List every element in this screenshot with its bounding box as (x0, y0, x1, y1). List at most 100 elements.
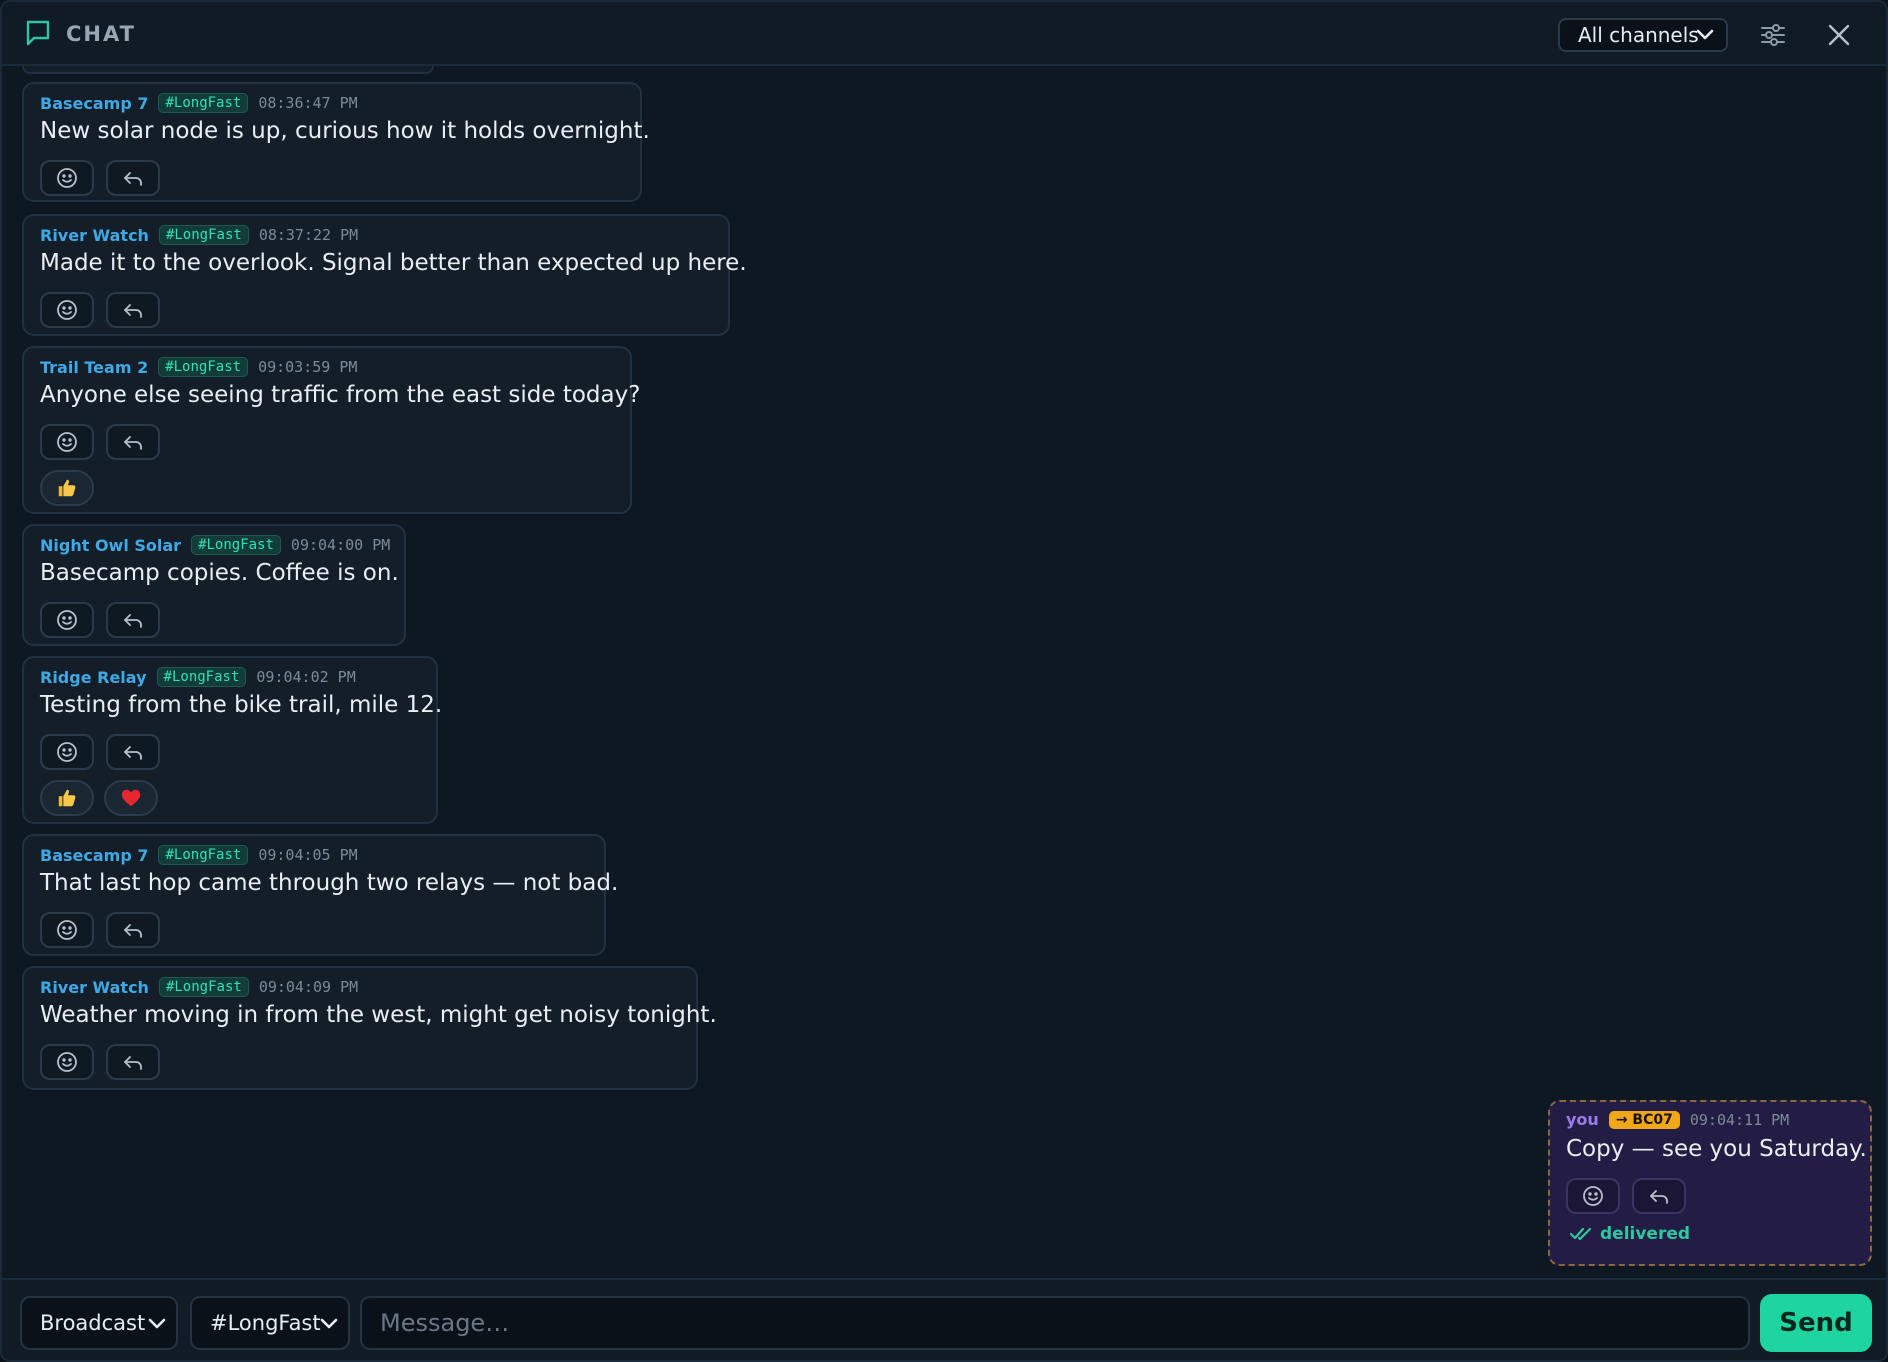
react-button[interactable] (40, 160, 94, 196)
message-card: River Watch #LongFast 08:37:22 PM Made i… (22, 214, 747, 336)
message-time: 09:04:00 PM (290, 536, 391, 554)
destination-badge[interactable]: → BC07 (1608, 1110, 1680, 1129)
message-sender[interactable]: River Watch (40, 226, 149, 245)
reaction-thumbs-up[interactable] (40, 470, 94, 506)
smiley-icon (57, 300, 77, 320)
reply-icon (1650, 1190, 1668, 1204)
message-text: New solar node is up, curious how it hol… (40, 118, 650, 144)
react-button[interactable] (40, 602, 94, 638)
reply-icon (124, 172, 142, 186)
message-sender[interactable]: Trail Team 2 (40, 358, 148, 377)
send-mode-value: Broadcast (40, 1311, 146, 1335)
message-composer: Broadcast #LongFast Send (2, 1278, 1886, 1360)
thumbs-up-icon (58, 479, 76, 497)
message-time: 08:37:22 PM (258, 226, 359, 244)
channel-select-value: #LongFast (210, 1311, 321, 1335)
message-text: Testing from the bike trail, mile 12. (40, 692, 443, 718)
reply-button[interactable] (106, 912, 160, 948)
message-sender[interactable]: River Watch (40, 978, 149, 997)
message-card: Basecamp 7 #LongFast 09:04:05 PM That la… (22, 834, 618, 956)
reply-button[interactable] (106, 424, 160, 460)
react-button[interactable] (40, 424, 94, 460)
message-text: That last hop came through two relays — … (40, 870, 619, 896)
reply-button[interactable] (1632, 1178, 1686, 1214)
message-time: 09:04:02 PM (256, 668, 356, 686)
reply-button[interactable] (106, 602, 160, 638)
message-sender[interactable]: Basecamp 7 (40, 846, 148, 865)
sliders-icon[interactable] (1758, 20, 1788, 50)
message-card: Ridge Relay #LongFast 09:04:02 PM Testin… (22, 656, 442, 824)
thumbs-up-icon (58, 789, 76, 807)
reply-button[interactable] (106, 292, 160, 328)
react-button[interactable] (40, 912, 94, 948)
channel-tag[interactable]: #LongFast (158, 93, 249, 113)
message-time: 08:36:47 PM (258, 94, 358, 112)
message-input[interactable] (360, 1296, 1750, 1350)
reply-icon (124, 924, 142, 938)
message-card: River Watch #LongFast 09:04:09 PM Weathe… (22, 966, 717, 1090)
react-button[interactable] (1566, 1178, 1620, 1214)
message-time: 09:04:11 PM (1689, 1110, 1790, 1129)
message-sender: you (1566, 1110, 1599, 1129)
message-time: 09:03:59 PM (258, 358, 358, 376)
reply-icon (124, 304, 142, 318)
react-button[interactable] (40, 734, 94, 770)
channel-tag[interactable]: #LongFast (158, 845, 249, 865)
own-message-card: you → BC07 09:04:11 PM Copy — see you Sa… (1548, 1100, 1872, 1266)
message-list[interactable]: Basecamp 7 #LongFast 08:36:47 PM New sol… (2, 66, 1886, 1278)
delivery-status: delivered (1570, 1224, 1690, 1244)
double-check-icon (1570, 1227, 1592, 1241)
message-time: 09:04:05 PM (258, 846, 358, 864)
message-sender[interactable]: Basecamp 7 (40, 94, 148, 113)
smiley-icon (57, 742, 77, 762)
smiley-icon (57, 432, 77, 452)
chevron-down-icon (1696, 29, 1714, 40)
message-card: Trail Team 2 #LongFast 09:03:59 PM Anyon… (22, 346, 640, 514)
chat-window: CHAT All channels Basecamp 7 #LongFast 0… (0, 0, 1888, 1362)
channel-select[interactable]: #LongFast (190, 1296, 350, 1350)
smiley-icon (57, 920, 77, 940)
reply-icon (124, 614, 142, 628)
message-text: Anyone else seeing traffic from the east… (40, 382, 641, 408)
react-button[interactable] (40, 292, 94, 328)
chat-bubble-icon (26, 20, 50, 46)
react-button[interactable] (40, 1044, 94, 1080)
message-card: Basecamp 7 #LongFast 08:36:47 PM New sol… (22, 82, 650, 202)
smiley-icon (57, 1052, 77, 1072)
reply-icon (124, 1056, 142, 1070)
reply-button[interactable] (106, 734, 160, 770)
chevron-down-icon (320, 1318, 338, 1329)
channel-tag[interactable]: #LongFast (158, 977, 249, 997)
send-mode-select[interactable]: Broadcast (20, 1296, 178, 1350)
message-text: Copy — see you Saturday. (1566, 1136, 1867, 1162)
channel-filter-select[interactable]: All channels (1558, 18, 1728, 52)
message-sender[interactable]: Night Owl Solar (40, 536, 181, 555)
message-sender[interactable]: Ridge Relay (40, 668, 147, 687)
reaction-thumbs-up[interactable] (40, 780, 94, 816)
heart-icon (121, 789, 141, 807)
reply-button[interactable] (106, 160, 160, 196)
send-button[interactable]: Send (1760, 1294, 1872, 1352)
panel-title: CHAT (66, 22, 136, 46)
reaction-heart[interactable] (104, 780, 158, 816)
smiley-icon (1583, 1186, 1603, 1206)
close-icon[interactable] (1824, 20, 1854, 50)
previous-message-edge (22, 66, 434, 74)
smiley-icon (57, 610, 77, 630)
reply-icon (124, 436, 142, 450)
message-text: Made it to the overlook. Signal better t… (40, 250, 747, 276)
channel-filter-value: All channels (1578, 23, 1699, 47)
smiley-icon (57, 168, 77, 188)
message-text: Basecamp copies. Coffee is on. (40, 560, 399, 586)
reply-icon (124, 746, 142, 760)
channel-tag[interactable]: #LongFast (191, 535, 281, 555)
chevron-down-icon (148, 1318, 166, 1329)
message-time: 09:04:09 PM (258, 978, 359, 996)
channel-tag[interactable]: #LongFast (158, 357, 249, 377)
reply-button[interactable] (106, 1044, 160, 1080)
message-card: Night Owl Solar #LongFast 09:04:00 PM Ba… (22, 524, 406, 646)
chat-header: CHAT All channels (2, 2, 1886, 66)
delivery-status-label: delivered (1600, 1224, 1691, 1244)
channel-tag[interactable]: #LongFast (158, 225, 249, 245)
channel-tag[interactable]: #LongFast (156, 667, 247, 687)
